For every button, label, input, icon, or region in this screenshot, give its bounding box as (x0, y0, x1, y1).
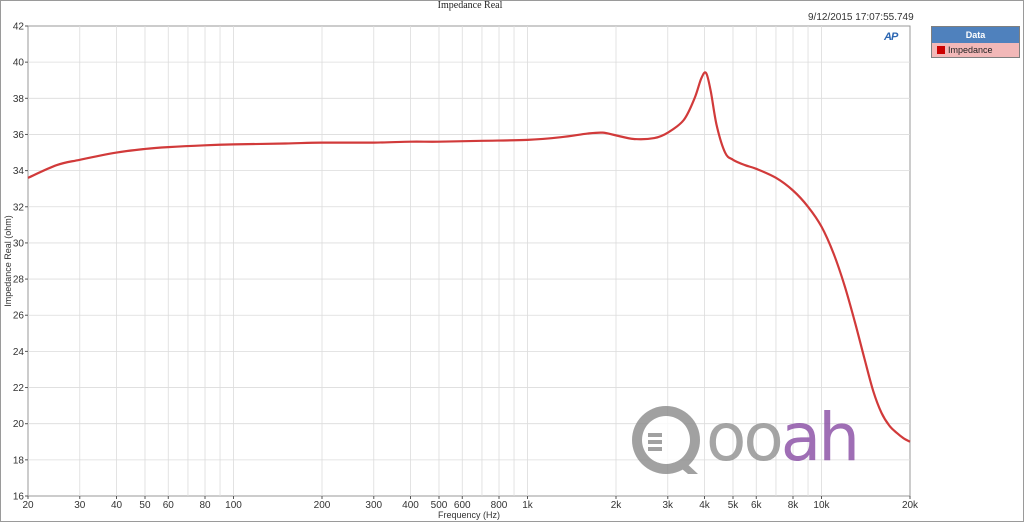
x-tick-label: 60 (163, 500, 175, 511)
y-tick-label: 34 (13, 166, 25, 177)
watermark-text: ooah (706, 398, 860, 478)
x-tick-label: 6k (751, 500, 763, 511)
x-tick-label: 200 (314, 500, 331, 511)
y-tick-label: 36 (13, 130, 25, 141)
y-axis-label: Impedance Real (ohm) (3, 215, 13, 307)
y-tick-label: 30 (13, 238, 25, 249)
x-tick-label: 1k (522, 500, 534, 511)
y-tick-label: 32 (13, 202, 25, 213)
x-tick-label: 20k (902, 500, 919, 511)
impedance-chart: 161820222426283032343638404220 30 40 50 60 80… (3, 22, 919, 521)
legend-item-label: Impedance (948, 45, 993, 55)
x-tick-label: 3k (662, 500, 674, 511)
y-tick-label: 28 (13, 275, 25, 286)
legend-item-impedance[interactable]: Impedance (932, 43, 1019, 57)
y-tick-label: 40 (13, 58, 25, 69)
x-tick-label: 8k (788, 500, 800, 511)
legend-header: Data (932, 27, 1019, 43)
y-tick-label: 26 (13, 311, 25, 322)
ap-logo: AP (884, 31, 898, 43)
watermark-text-purple: ah (780, 399, 860, 476)
x-tick-label: 300 (365, 500, 382, 511)
y-tick-label: 20 (13, 419, 25, 430)
x-tick-label: 5k (728, 500, 740, 511)
y-tick-label: 24 (13, 347, 25, 358)
x-tick-label: 4k (699, 500, 711, 511)
x-tick-label: 10k (813, 500, 830, 511)
y-tick-label: 22 (13, 383, 25, 394)
x-tick-label: 20 (22, 500, 34, 511)
x-tick-label: 30 (74, 500, 86, 511)
watermark-text-gray: oo (706, 399, 784, 476)
legend[interactable]: Data Impedance (931, 26, 1020, 58)
y-tick-label: 38 (13, 94, 25, 105)
x-tick-label: 100 (225, 500, 242, 511)
x-tick-label: 40 (111, 500, 123, 511)
y-tick-label: 18 (13, 455, 25, 466)
x-tick-label: 50 (139, 500, 151, 511)
x-tick-label: 2k (611, 500, 623, 511)
y-tick-label: 42 (13, 22, 25, 33)
legend-swatch (937, 46, 945, 54)
x-tick-label: 400 (402, 500, 419, 511)
x-tick-label: 80 (199, 500, 211, 511)
x-axis-label: Frequency (Hz) (438, 510, 500, 520)
